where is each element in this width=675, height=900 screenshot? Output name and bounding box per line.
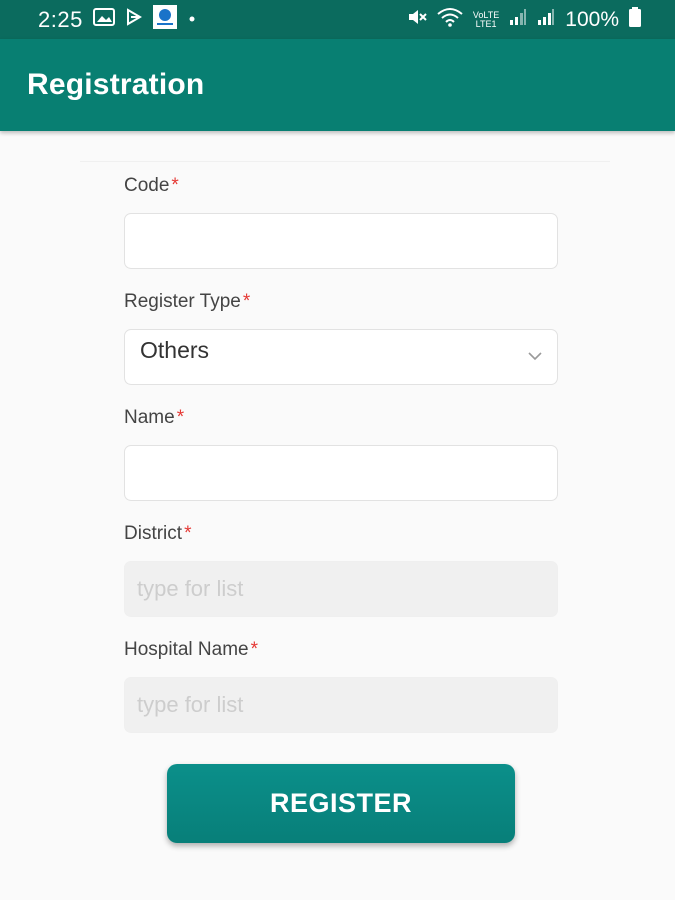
required-mark: * [242, 291, 251, 312]
hospital-name-label-text: Hospital Name [124, 639, 249, 660]
mute-icon [407, 7, 427, 32]
required-mark: * [171, 175, 179, 196]
hospital-name-input[interactable] [125, 678, 557, 732]
required-mark: * [184, 523, 192, 544]
app-bar: Registration [0, 39, 675, 131]
register-type-value: Others [140, 337, 210, 363]
status-bar-right: VoLTE LTE1 100% [407, 7, 641, 32]
register-type-label: Register Type * [124, 291, 250, 313]
district-input[interactable] [125, 562, 557, 616]
status-time: 2:25 [38, 6, 83, 32]
code-field[interactable] [124, 213, 558, 269]
network-label: LTE1 [475, 18, 497, 29]
name-field[interactable] [124, 445, 558, 501]
district-label: District * [124, 523, 191, 545]
chevron-down-icon[interactable] [527, 348, 543, 364]
code-label-text: Code [124, 175, 170, 196]
name-label: Name * [124, 407, 184, 429]
dot-icon [187, 11, 197, 29]
name-label-text: Name [124, 407, 175, 428]
divider [80, 161, 610, 162]
required-mark: * [250, 639, 259, 660]
battery-icon [629, 7, 641, 32]
download-icon [125, 8, 143, 31]
name-input[interactable] [125, 446, 557, 500]
app-notification-icon [152, 5, 177, 34]
register-type-select[interactable]: Others [124, 329, 558, 385]
signal-icon [537, 8, 555, 31]
status-bar: 2:25 VoLTE LTE1 100% [0, 0, 675, 39]
required-mark: * [176, 407, 185, 428]
register-type-label-text: Register Type [124, 291, 241, 312]
code-input[interactable] [125, 214, 557, 268]
code-label: Code * [124, 175, 179, 197]
district-field[interactable] [124, 561, 558, 617]
register-button[interactable]: REGISTER [167, 764, 515, 843]
page-title: Registration [27, 68, 205, 101]
battery-percent: 100% [565, 7, 619, 31]
hospital-name-label: Hospital Name * [124, 639, 258, 661]
wifi-icon [437, 7, 463, 32]
status-bar-left: 2:25 [38, 5, 197, 34]
hospital-name-field[interactable] [124, 677, 558, 733]
volte-icon: VoLTE LTE1 [472, 9, 500, 29]
signal-icon [509, 8, 527, 31]
district-label-text: District [124, 523, 183, 544]
gallery-icon [92, 8, 115, 31]
